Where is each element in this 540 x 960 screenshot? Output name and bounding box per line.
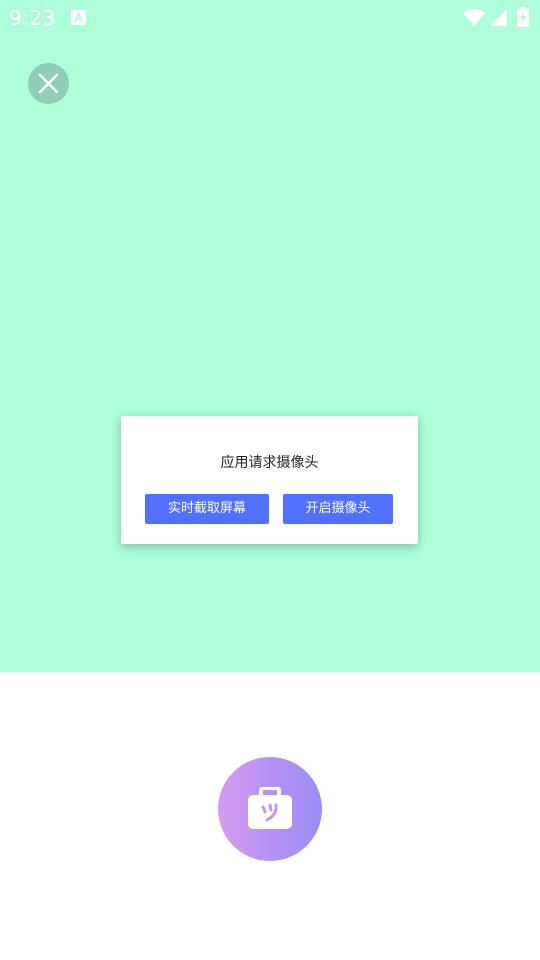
close-button[interactable] (28, 63, 69, 104)
close-icon (38, 73, 59, 94)
a-notification-icon (71, 10, 86, 25)
wifi-icon (463, 9, 485, 26)
open-camera-button[interactable]: 开启摄像头 (283, 494, 393, 524)
dialog-message: 应用请求摄像头 (220, 455, 319, 471)
camera-preview-area: 9:23 应用请求摄像头 实时截取屏幕 开启摄像头 (0, 0, 540, 672)
camera-icon (248, 787, 292, 829)
shutter-button[interactable] (218, 757, 322, 861)
camera-permission-dialog: 应用请求摄像头 实时截取屏幕 开启摄像头 (121, 416, 418, 544)
status-bar: 9:23 (0, 0, 540, 36)
screen-capture-button[interactable]: 实时截取屏幕 (145, 494, 269, 524)
status-time: 9:23 (9, 6, 56, 30)
signal-icon (490, 9, 507, 26)
battery-charging-icon (517, 7, 529, 27)
